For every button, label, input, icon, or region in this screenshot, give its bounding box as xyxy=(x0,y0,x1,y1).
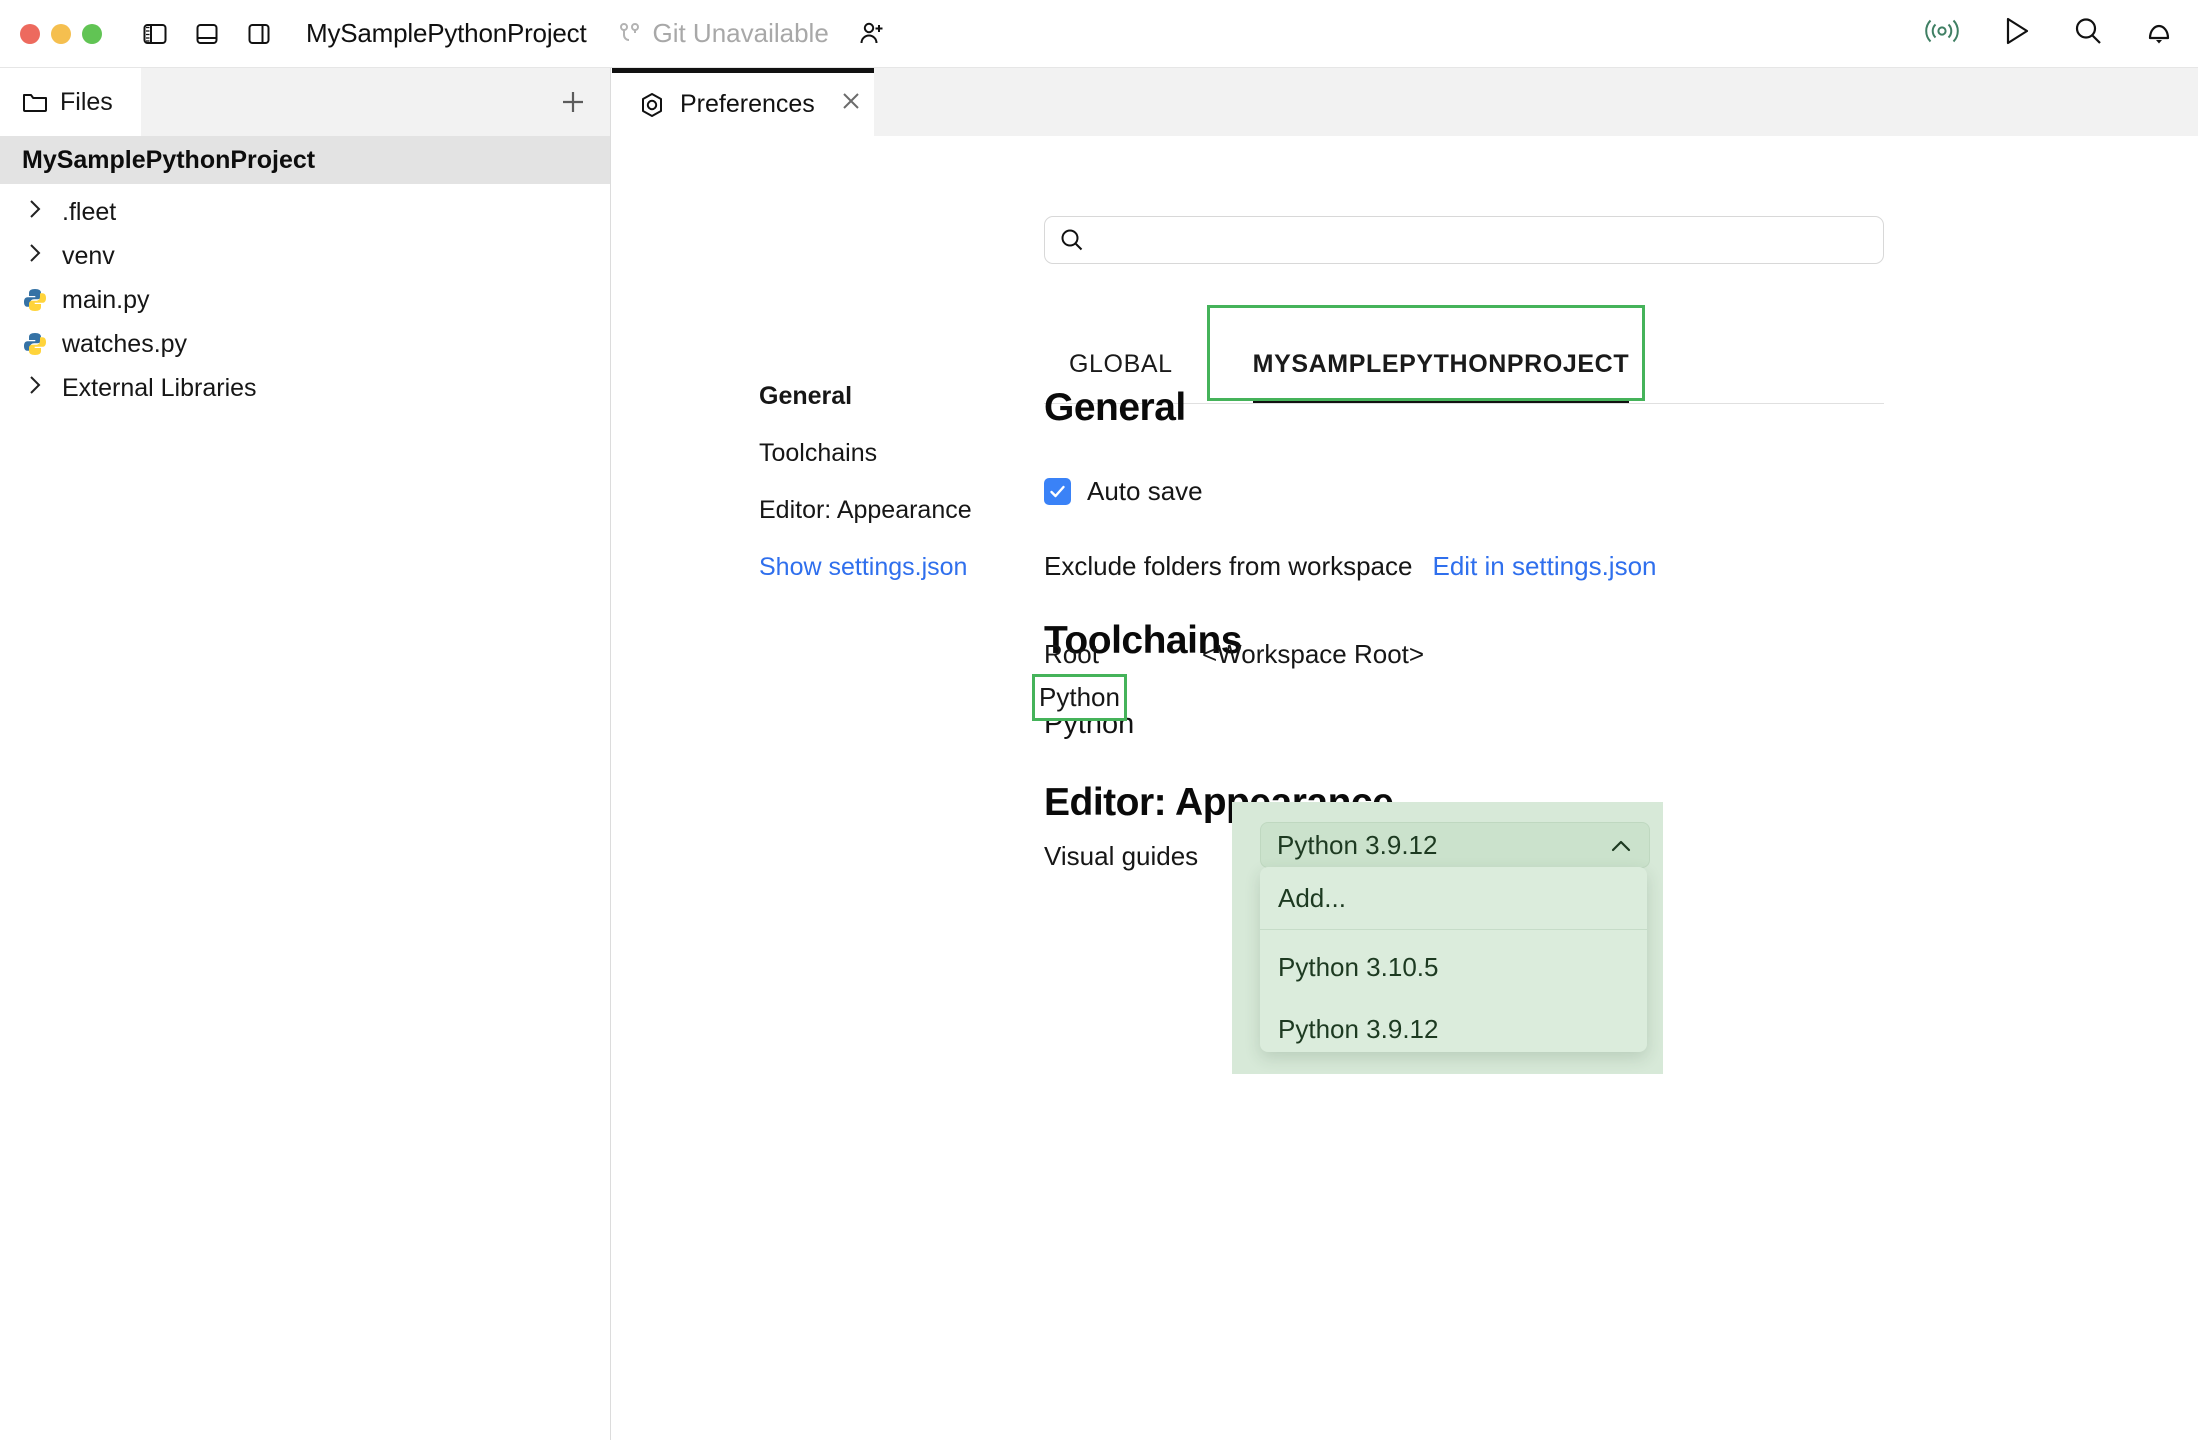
search-icon xyxy=(1059,227,1085,253)
toolchain-root-key: Root xyxy=(1044,639,1202,670)
tree-item-label: External Libraries xyxy=(62,374,257,403)
tree-item-label: main.py xyxy=(62,286,150,315)
preferences-pane: GLOBAL MYSAMPLEPYTHONPROJECT General Too… xyxy=(612,136,2198,1440)
minimize-window-button[interactable] xyxy=(51,24,71,44)
project-root-row[interactable]: MySamplePythonProject xyxy=(0,136,610,184)
git-status[interactable]: Git Unavailable xyxy=(618,18,828,49)
exclude-folders-label: Exclude folders from workspace xyxy=(1044,551,1412,582)
chevron-right-icon[interactable] xyxy=(22,198,48,226)
tree-item-label: .fleet xyxy=(62,198,116,227)
auto-save-row[interactable]: Auto save xyxy=(1044,476,1657,507)
chevron-right-icon[interactable] xyxy=(22,374,48,402)
preferences-hex-icon xyxy=(638,91,666,119)
auto-save-label: Auto save xyxy=(1087,476,1203,507)
file-tree: .fleet venv main.py watches.py xyxy=(0,184,610,410)
add-file-button[interactable] xyxy=(558,68,588,136)
tree-item-external-libraries[interactable]: External Libraries xyxy=(0,366,610,410)
files-sidebar: Files MySamplePythonProject .fleet venv xyxy=(0,68,611,1440)
python-toolchain-dropdown-button[interactable]: Python 3.9.12 xyxy=(1260,822,1650,868)
dropdown-option-python-3-10-5[interactable]: Python 3.10.5 xyxy=(1260,936,1647,998)
bottom-panel-icon[interactable] xyxy=(194,21,220,47)
broadcast-icon[interactable] xyxy=(1922,16,1962,51)
nav-item-toolchains[interactable]: Toolchains xyxy=(759,439,1019,468)
tree-item-main-py[interactable]: main.py xyxy=(0,278,610,322)
dropdown-option-python-3-9-12[interactable]: Python 3.9.12 xyxy=(1260,998,1647,1052)
window-title-bar: MySamplePythonProject Git Unavailable xyxy=(0,0,2198,68)
auto-save-checkbox[interactable] xyxy=(1044,478,1071,505)
toolchain-python-key-label: Python xyxy=(1039,682,1120,713)
editor-tab-bar: Preferences xyxy=(612,68,2198,136)
exclude-folders-row: Exclude folders from workspace Edit in s… xyxy=(1044,551,1657,582)
tab-preferences[interactable]: Preferences xyxy=(612,68,874,136)
run-icon[interactable] xyxy=(2002,15,2032,52)
left-panel-icon[interactable] xyxy=(142,21,168,47)
preferences-search-box[interactable] xyxy=(1044,216,1884,264)
notifications-icon[interactable] xyxy=(2144,15,2174,52)
right-panel-icon[interactable] xyxy=(246,21,272,47)
search-icon[interactable] xyxy=(2072,15,2104,52)
dropdown-version-group: Python 3.10.5 Python 3.9.12 xyxy=(1260,930,1647,1052)
python-toolchain-dropdown-menu: Add... Python 3.10.5 Python 3.9.12 xyxy=(1260,867,1647,1052)
toolchain-root-row: Root <Workspace Root> xyxy=(1044,639,1424,670)
traffic-light-buttons xyxy=(20,24,102,44)
tree-item-label: watches.py xyxy=(62,330,187,359)
tree-item-fleet[interactable]: .fleet xyxy=(0,190,610,234)
toolchain-root-value[interactable]: <Workspace Root> xyxy=(1202,639,1424,670)
python-file-icon xyxy=(22,287,48,313)
dropdown-option-add[interactable]: Add... xyxy=(1260,867,1647,929)
close-icon[interactable] xyxy=(839,89,863,120)
nav-item-show-settings-json[interactable]: Show settings.json xyxy=(759,553,1019,582)
python-file-icon xyxy=(22,331,48,357)
nav-item-general[interactable]: General xyxy=(759,382,1019,411)
folder-icon xyxy=(22,90,48,114)
visual-guides-label: Visual guides xyxy=(1044,841,1198,872)
tab-preferences-label: Preferences xyxy=(680,90,815,119)
titlebar-actions xyxy=(1922,15,2174,52)
tree-item-watches-py[interactable]: watches.py xyxy=(0,322,610,366)
edit-in-settings-json-link[interactable]: Edit in settings.json xyxy=(1432,551,1656,582)
plus-icon xyxy=(558,87,588,117)
sidebar-tab-bar: Files xyxy=(0,68,610,136)
project-title: MySamplePythonProject xyxy=(306,18,586,49)
chevron-up-icon[interactable] xyxy=(1609,830,1633,861)
nav-item-editor-appearance[interactable]: Editor: Appearance xyxy=(759,496,1019,525)
tree-item-label: venv xyxy=(62,242,115,271)
section-general-heading: General xyxy=(1044,386,1657,430)
tree-item-venv[interactable]: venv xyxy=(0,234,610,278)
maximize-window-button[interactable] xyxy=(82,24,102,44)
sidebar-tab-files[interactable]: Files xyxy=(0,68,141,136)
chevron-right-icon[interactable] xyxy=(22,242,48,270)
git-branch-icon xyxy=(618,21,642,47)
panel-toggle-group xyxy=(142,21,272,47)
project-root-label: MySamplePythonProject xyxy=(22,146,315,175)
add-user-button[interactable] xyxy=(857,19,887,49)
check-icon xyxy=(1048,482,1067,501)
section-general: General Auto save Exclude folders from w… xyxy=(1044,386,1657,582)
git-status-label: Git Unavailable xyxy=(652,18,828,49)
close-window-button[interactable] xyxy=(20,24,40,44)
toolchain-python-key: Python xyxy=(1032,674,1127,721)
add-user-icon xyxy=(857,19,887,49)
preferences-nav: General Toolchains Editor: Appearance Sh… xyxy=(759,382,1019,610)
python-toolchain-selected-value: Python 3.9.12 xyxy=(1277,830,1437,861)
sidebar-tab-label: Files xyxy=(60,88,113,117)
